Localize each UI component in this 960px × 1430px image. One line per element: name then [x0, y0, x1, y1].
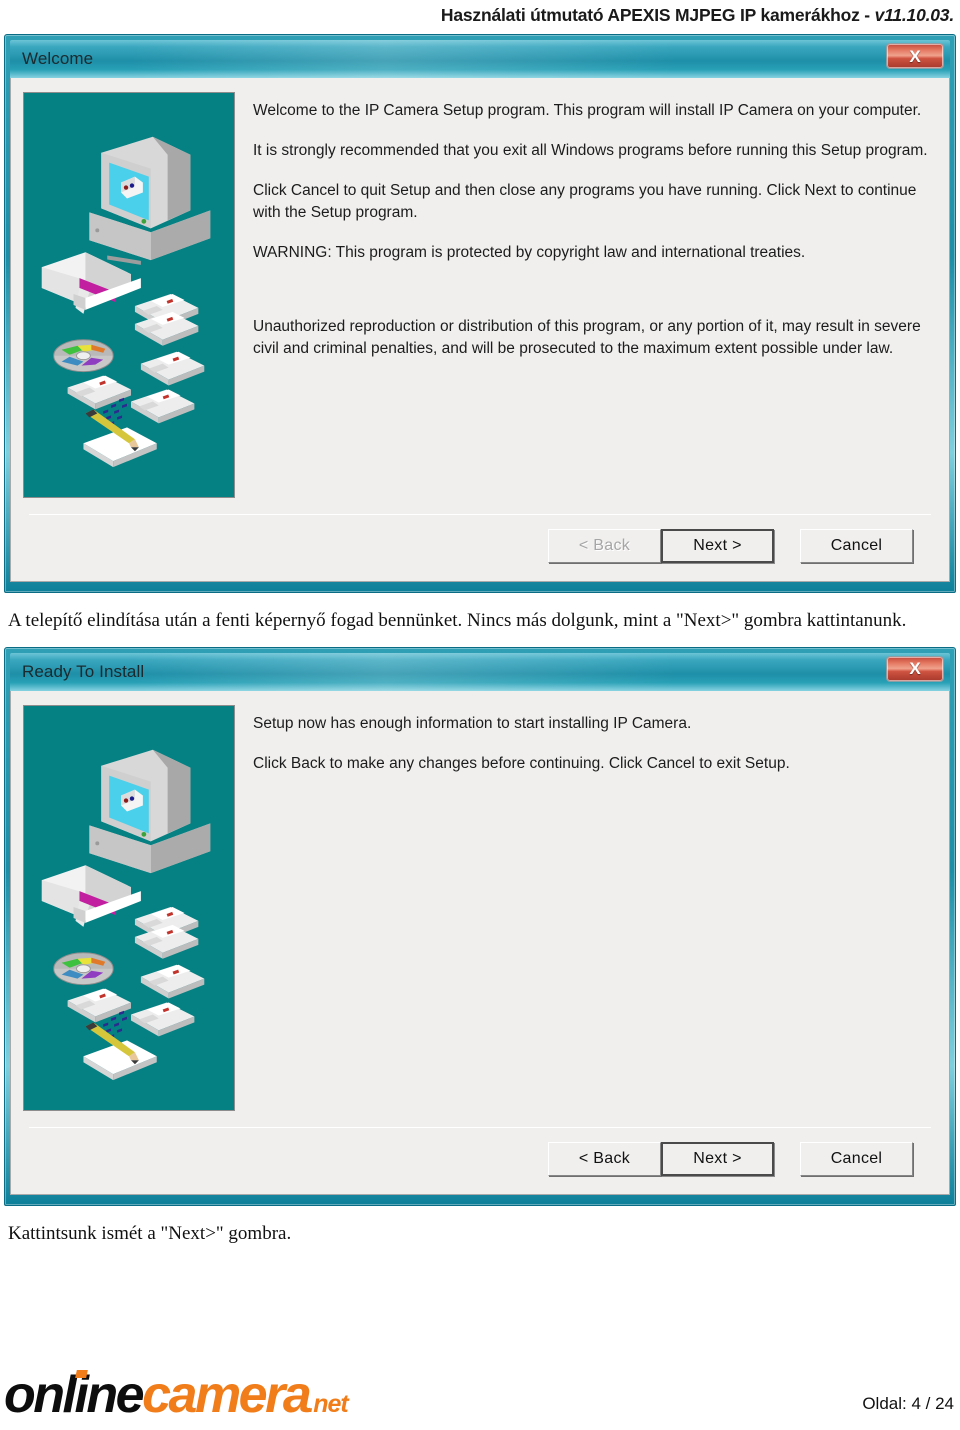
page-number: Oldal: 4 / 24 — [862, 1394, 954, 1413]
caption-after-second-dialog: Kattintsunk ismét a "Next>" gombra. — [8, 1222, 292, 1244]
document-title-main: Használati útmutató APEXIS MJPEG IP kame… — [440, 4, 875, 25]
logo-net-label: .net — [307, 1389, 348, 1418]
setup-illustration-frame — [23, 92, 235, 498]
dialog-paragraph: Click Cancel to quit Setup and then clos… — [253, 182, 917, 221]
dialog-legal-paragraph: Unauthorized reproduction or distributio… — [253, 318, 921, 357]
document-header: Használati útmutató APEXIS MJPEG IP kame… — [0, 0, 960, 30]
installer-dialog-ready-to-install: Ready To Install X Setup now has enough … — [4, 646, 956, 1206]
dialog-text-panel: Welcome to the IP Camera Setup program. … — [253, 92, 937, 498]
dialog-text-panel: Setup now has enough information to star… — [253, 705, 937, 1111]
caption-after-first-dialog: A telepítő elindítása után a fenti képer… — [8, 610, 907, 631]
dialog-paragraph: Welcome to the IP Camera Setup program. … — [253, 102, 922, 119]
document-title-version: v11.10.03. — [874, 4, 955, 25]
onlinecamera-logo: online camera .net — [4, 1365, 349, 1424]
dialog-content: Welcome to the IP Camera Setup program. … — [23, 92, 937, 498]
next-button[interactable]: Next > — [661, 1141, 774, 1176]
setup-illustration-frame — [23, 704, 235, 1111]
setup-illustration-image — [24, 705, 234, 1110]
cancel-button[interactable]: Cancel — [800, 1141, 913, 1176]
dialog-body: Welcome to the IP Camera Setup program. … — [10, 78, 950, 582]
close-icon[interactable]: X — [886, 43, 944, 69]
dialog-titlebar[interactable]: Welcome X — [10, 40, 950, 78]
next-button[interactable]: Next > — [661, 529, 774, 563]
logo-online-text: online — [4, 1369, 145, 1421]
cancel-button[interactable]: Cancel — [800, 529, 913, 563]
document-title: Használati útmutató APEXIS MJPEG IP kame… — [441, 5, 954, 26]
close-icon[interactable]: X — [886, 655, 944, 682]
document-footer: online camera .net Oldal: 4 / 24 — [0, 1362, 960, 1424]
dialog-titlebar[interactable]: Ready To Install X — [10, 652, 950, 691]
back-button[interactable]: < Back — [548, 1141, 661, 1176]
dialog-paragraph: It is strongly recommended that you exit… — [253, 142, 928, 159]
dialog-paragraph: Click Back to make any changes before co… — [253, 754, 790, 772]
dialog-separator — [29, 514, 931, 515]
dialog-title: Ready To Install — [22, 661, 145, 681]
dialog-title: Welcome — [22, 49, 94, 68]
installer-dialog-welcome: Welcome X Welcome to the IP Camera Setup… — [4, 34, 956, 593]
dialog-body: Setup now has enough information to star… — [10, 690, 950, 1195]
dialog-separator — [29, 1126, 931, 1128]
setup-illustration-image — [24, 93, 234, 497]
dialog-warning-paragraph: WARNING: This program is protected by co… — [253, 244, 806, 261]
dialog-content: Setup now has enough information to star… — [23, 704, 937, 1111]
logo-camera-label: camera — [142, 1365, 312, 1424]
close-icon-glyph: X — [909, 46, 921, 66]
dialog-paragraph: Setup now has enough information to star… — [253, 714, 692, 732]
logo-online-label: online — [4, 1365, 145, 1424]
logo-i-dot-icon — [75, 1369, 88, 1378]
dialog-button-row: < Back Next > Cancel — [23, 1141, 937, 1182]
close-icon-glyph: X — [909, 659, 921, 679]
dialog-button-row: < Back Next > Cancel — [23, 529, 937, 569]
back-button[interactable]: < Back — [548, 529, 661, 563]
